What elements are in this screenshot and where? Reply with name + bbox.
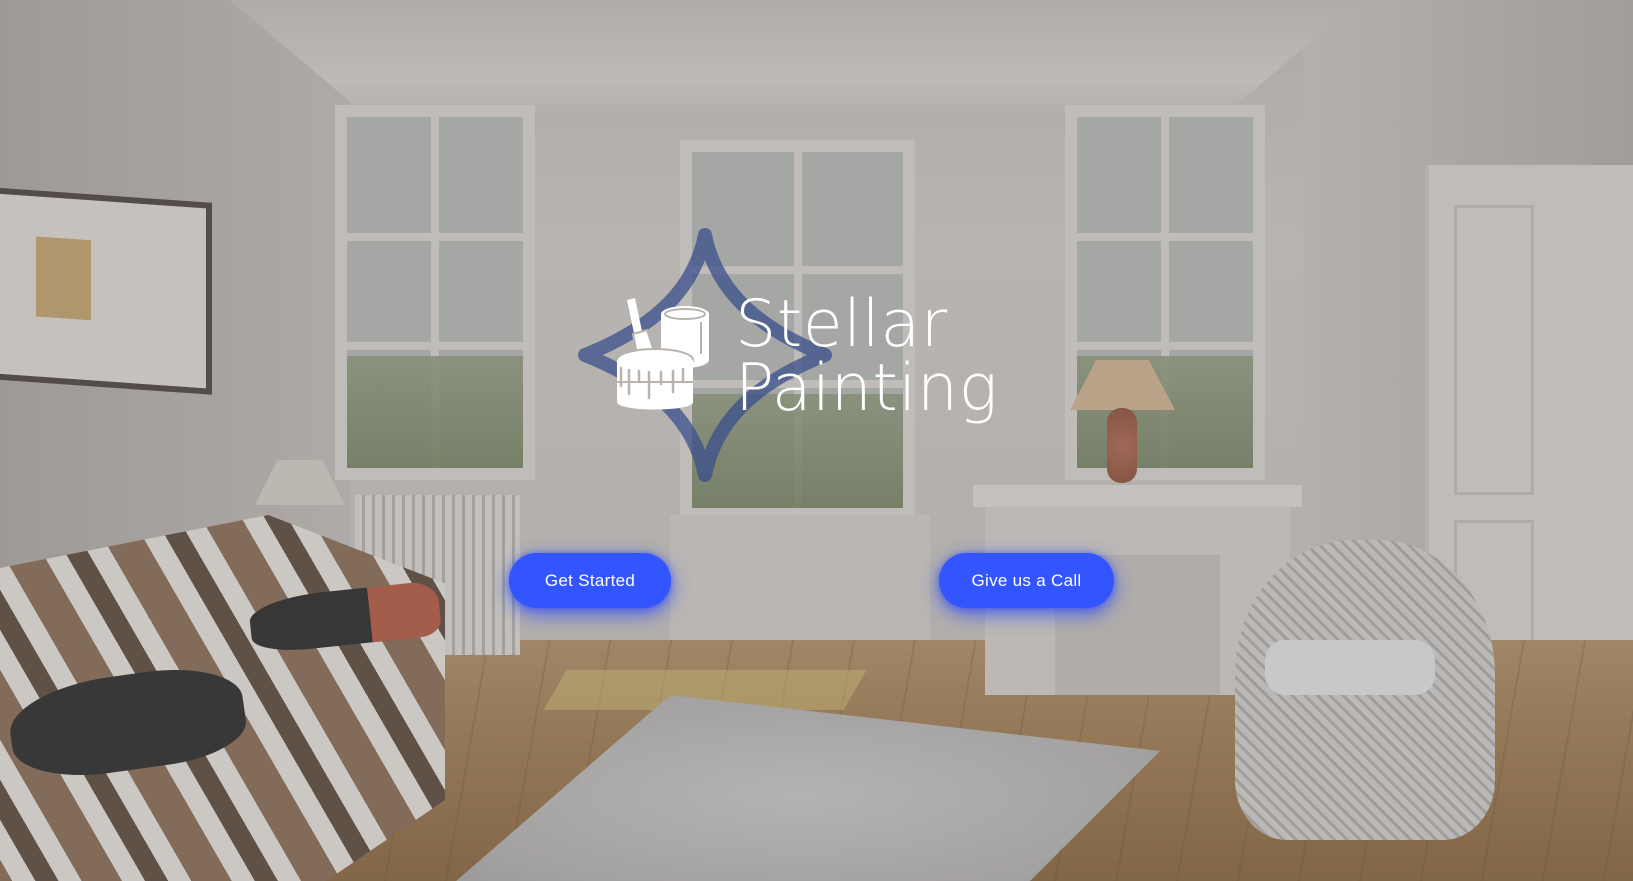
brand-logo[interactable]: Stellar Painting <box>575 225 1015 485</box>
get-started-button[interactable]: Get Started <box>509 553 671 608</box>
hero-section: Stellar Painting Get Started Give us a C… <box>0 0 1633 881</box>
brand-name: Stellar Painting <box>735 287 999 426</box>
paint-can-brush-icon <box>616 298 709 410</box>
brand-name-line2: Painting <box>735 351 999 426</box>
call-button[interactable]: Give us a Call <box>939 553 1114 608</box>
brand-name-line1: Stellar <box>735 287 948 362</box>
